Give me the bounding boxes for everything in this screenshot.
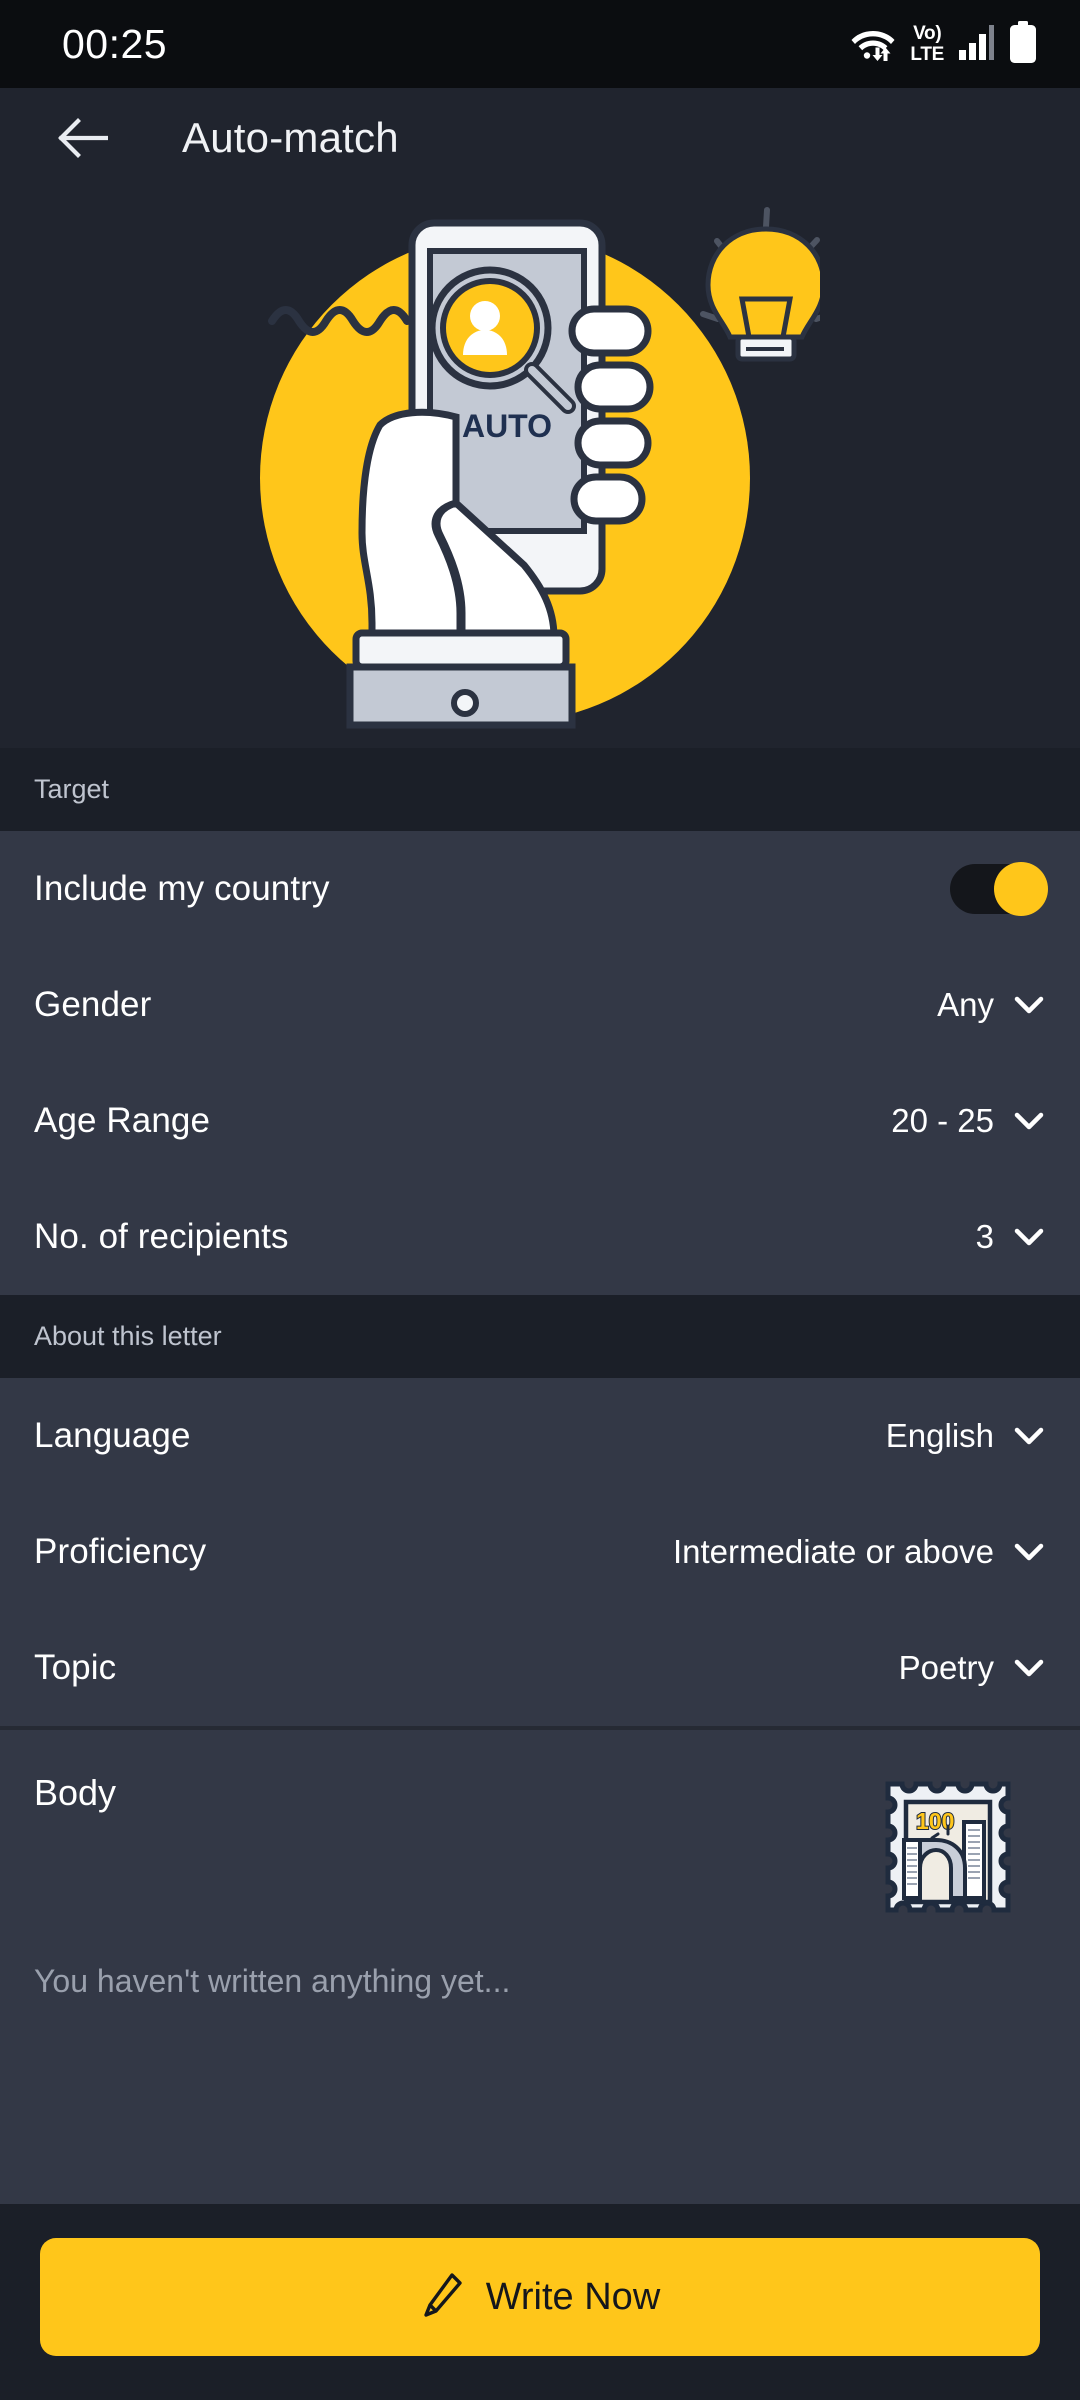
wifi-icon	[850, 22, 896, 67]
back-button[interactable]	[54, 109, 112, 167]
pencil-icon	[420, 2271, 464, 2324]
row-topic-value: Poetry	[898, 1649, 994, 1686]
postage-stamp-icon: 100	[880, 1776, 1016, 1931]
row-age-range-label: Age Range	[34, 1101, 211, 1140]
include-my-country-toggle[interactable]	[950, 862, 1048, 916]
signal-bars-icon	[958, 23, 996, 66]
volte-line-2: LTE	[910, 44, 944, 65]
auto-match-illustration: AUTO	[260, 207, 820, 729]
status-clock: 00:25	[62, 20, 168, 67]
chevron-down-icon	[1012, 1651, 1046, 1685]
row-no-of-recipients-control[interactable]: 3	[976, 1218, 1046, 1256]
phone-screen-text: AUTO	[462, 408, 552, 444]
row-language-value: English	[885, 1417, 994, 1454]
footer-bar: Write Now	[0, 2204, 1080, 2400]
volte-icon: Vo) LTE	[910, 24, 944, 64]
chevron-down-icon	[1012, 1535, 1046, 1569]
about-this-letter-rows: Language English Proficiency Intermediat…	[0, 1378, 1080, 1726]
row-gender-label: Gender	[34, 985, 152, 1024]
row-no-of-recipients[interactable]: No. of recipients 3	[0, 1179, 1080, 1295]
lightbulb-icon	[700, 207, 820, 362]
row-include-my-country[interactable]: Include my country	[0, 831, 1080, 947]
row-language-control[interactable]: English	[886, 1417, 1046, 1455]
row-language[interactable]: Language English	[0, 1378, 1080, 1494]
row-age-range[interactable]: Age Range 20 - 25	[0, 1063, 1080, 1179]
app-bar: Auto-match	[0, 88, 1080, 188]
row-gender-value: Any	[937, 986, 994, 1023]
section-header-about-this-letter: About this letter	[0, 1295, 1080, 1378]
chevron-down-icon	[1012, 1419, 1046, 1453]
auto-match-screen: 00:25 Vo) LTE Auto-match AUTO Target Inc…	[0, 0, 1080, 2400]
volte-line-1: Vo)	[913, 23, 942, 44]
toggle-thumb	[994, 862, 1048, 916]
row-no-of-recipients-label: No. of recipients	[34, 1217, 289, 1256]
back-arrow-icon	[58, 118, 108, 158]
battery-icon	[1010, 20, 1036, 68]
status-bar: 00:25 Vo) LTE	[0, 0, 1080, 88]
wrist-cuff	[352, 629, 570, 671]
row-include-my-country-label: Include my country	[34, 869, 330, 908]
row-proficiency-value: Intermediate or above	[672, 1533, 994, 1570]
chevron-down-icon	[1012, 1104, 1046, 1138]
row-topic-control[interactable]: Poetry	[899, 1649, 1046, 1687]
section-header-target: Target	[0, 748, 1080, 831]
chevron-down-icon	[1012, 1220, 1046, 1254]
row-age-range-value: 20 - 25	[891, 1102, 994, 1139]
letter-body-placeholder: You haven't written anything yet...	[34, 1963, 511, 1999]
page-title: Auto-match	[182, 114, 399, 161]
letter-body-section[interactable]: Body 100 You haven't written anything ye…	[0, 1730, 1080, 2204]
section-header-about-this-letter-label: About this letter	[34, 1321, 222, 1351]
letter-body-title: Body	[34, 1772, 117, 1813]
row-topic[interactable]: Topic Poetry	[0, 1610, 1080, 1726]
section-header-target-label: Target	[34, 774, 110, 804]
chevron-down-icon	[1012, 988, 1046, 1022]
row-no-of-recipients-value: 3	[975, 1218, 994, 1255]
row-topic-label: Topic	[34, 1648, 117, 1687]
write-now-button-label: Write Now	[485, 2275, 661, 2318]
row-proficiency-label: Proficiency	[34, 1532, 207, 1571]
hero-illustration: AUTO	[0, 188, 1080, 748]
write-now-button[interactable]: Write Now	[40, 2238, 1040, 2356]
row-language-label: Language	[34, 1416, 191, 1455]
row-gender[interactable]: Gender Any	[0, 947, 1080, 1063]
row-gender-control[interactable]: Any	[937, 986, 1046, 1024]
row-proficiency[interactable]: Proficiency Intermediate or above	[0, 1494, 1080, 1610]
row-age-range-control[interactable]: 20 - 25	[891, 1102, 1046, 1140]
target-rows: Include my country Gender Any Age Range …	[0, 831, 1080, 1295]
row-proficiency-control[interactable]: Intermediate or above	[673, 1533, 1046, 1571]
status-icon-group: Vo) LTE	[850, 20, 1036, 68]
letter-body-header: Body 100	[34, 1730, 1046, 1931]
